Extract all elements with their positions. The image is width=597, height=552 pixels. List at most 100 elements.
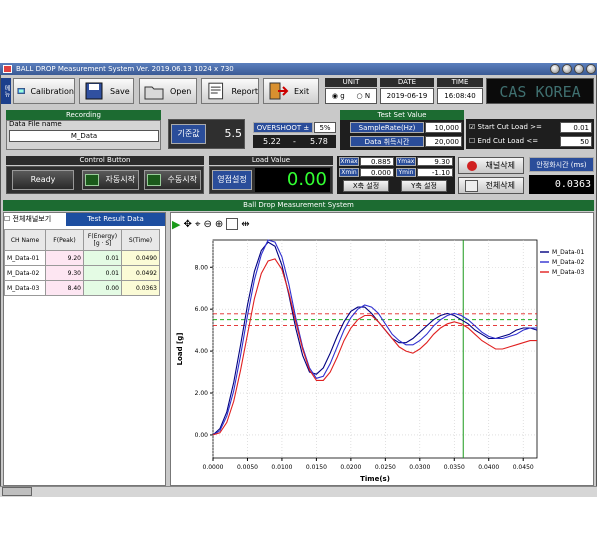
exit-button[interactable]: Exit	[263, 78, 319, 104]
delete-all-icon	[465, 180, 478, 192]
zero-set-button[interactable]: 영점설정	[212, 170, 252, 190]
result-tab[interactable]: Test Result Data	[66, 213, 165, 226]
exit-label: Exit	[294, 86, 310, 96]
cursor-icon[interactable]: ⇹	[241, 219, 249, 230]
unit-radio-g[interactable]: ◉ g	[332, 92, 345, 100]
table-header-row: CH Name F(Peak) F(Energy) [g · S] S(Time…	[4, 229, 160, 251]
col-ch-name: CH Name	[4, 229, 46, 251]
end-cut-label: End Cut Load <=	[477, 137, 539, 145]
restore-icon[interactable]	[574, 64, 584, 74]
time-value: 16:08:40	[437, 88, 483, 104]
calibration-button[interactable]: Calibration	[13, 78, 75, 104]
cell-peak: 9.30	[45, 265, 84, 281]
load-header: Load Value	[209, 156, 333, 165]
calibration-icon	[17, 88, 25, 94]
x-tick-label: 0.0350	[444, 464, 465, 471]
zoom-in-icon[interactable]: ⊕	[215, 219, 223, 230]
pan-icon[interactable]: ✥	[183, 219, 191, 230]
overshoot-percent[interactable]: 5%	[314, 122, 336, 133]
legend-label: M_Data-03	[552, 269, 584, 276]
unit-radio-n[interactable]: ○ N	[356, 92, 370, 100]
manual-start-button[interactable]: 수동시작	[144, 170, 201, 190]
overshoot-dash: -	[293, 137, 296, 146]
load-value-display: 0.00	[255, 168, 330, 192]
xmax-label: Xmax	[339, 157, 359, 166]
cell-time: 0.0492	[121, 265, 160, 281]
end-cut-checkbox[interactable]: ☐ End Cut Load <=	[469, 137, 538, 145]
test-set-header: Test Set Value	[340, 110, 464, 120]
minimize-icon[interactable]	[550, 64, 560, 74]
legend-label: M_Data-01	[552, 249, 584, 256]
stabilize-label: 안정화시간 (ms)	[529, 157, 594, 172]
x-tick-label: 0.0300	[409, 464, 430, 471]
close-icon[interactable]	[586, 64, 596, 74]
calibration-label: Calibration	[30, 86, 74, 96]
delete-all-button[interactable]: 전체삭제	[458, 177, 524, 194]
x-axis-label: Time(s)	[360, 475, 390, 483]
cell-name: M_Data-03	[4, 280, 46, 296]
start-cut-label: Start Cut Load >=	[477, 123, 542, 131]
start-cut-input[interactable]: 0.01	[560, 122, 592, 133]
brand-logo: CAS KOREA	[486, 78, 594, 104]
graph-title-bar: Ball Drop Measurement System	[3, 200, 594, 211]
ymin-input[interactable]: -1.10	[417, 168, 453, 177]
delete-channel-button[interactable]: 채널삭제	[458, 157, 524, 174]
x-tick-label: 0.0100	[271, 464, 292, 471]
scrollbar-thumb[interactable]	[2, 487, 32, 496]
all-channel-tab[interactable]: ☐ 전체채널보기	[4, 213, 66, 226]
ready-status: Ready	[12, 170, 74, 190]
cell-peak: 9.20	[45, 250, 84, 266]
overshoot-label: OVERSHOOT ±	[253, 122, 313, 133]
zoom-box-icon[interactable]: ⌖	[195, 219, 201, 230]
zoom-out-icon[interactable]: ⊖	[204, 219, 212, 230]
load-chart: 0.00 2.00 4.00 6.00 8.00 0.0000 0.0050 0.0100 0.…	[176, 239, 584, 483]
save-button[interactable]: Save	[79, 78, 134, 104]
auto-start-button[interactable]: 자동시작	[82, 170, 139, 190]
menu-side-label[interactable]: 메뉴	[1, 78, 11, 104]
unit-selector[interactable]: ◉ g ○ N	[325, 88, 377, 104]
table-row[interactable]: M_Data-02 9.30 0.01 0.0492	[4, 265, 160, 281]
delete-all-label: 전체삭제	[485, 181, 515, 190]
xmin-input[interactable]: 0.000	[360, 168, 394, 177]
y-axis-set-button[interactable]: Y축 설정	[401, 180, 447, 192]
app-icon	[3, 65, 12, 73]
stabilize-value: 0.0363	[529, 175, 594, 194]
ymax-input[interactable]: 9.30	[417, 157, 453, 166]
ymax-label: Ymax	[396, 157, 416, 166]
y-tick-label: 2.00	[195, 390, 209, 397]
window-title: BALL DROP Measurement System Ver. 2019.0…	[16, 65, 234, 73]
acquisition-time-input[interactable]: 20,000	[425, 136, 462, 147]
x-tick-label: 0.0050	[237, 464, 258, 471]
file-name-label: Data File name	[9, 120, 62, 128]
y-tick-label: 4.00	[195, 348, 209, 355]
file-name-input[interactable]: M_Data	[9, 130, 159, 142]
start-cut-checkbox[interactable]: ☑ Start Cut Load >=	[469, 123, 542, 131]
table-row[interactable]: M_Data-03 8.40 0.00 0.0363	[4, 280, 160, 296]
xmin-label: Xmin	[339, 168, 359, 177]
table-row[interactable]: M_Data-01 9.20 0.01 0.0490	[4, 250, 160, 266]
x-axis-set-button[interactable]: X축 설정	[343, 180, 389, 192]
result-table: CH Name F(Peak) F(Energy) [g · S] S(Time…	[4, 229, 160, 296]
x-tick-label: 0.0250	[375, 464, 396, 471]
x-tick-label: 0.0150	[306, 464, 327, 471]
horizontal-scrollbar[interactable]	[0, 486, 597, 497]
y-axis-label: Load [g]	[176, 333, 184, 366]
end-cut-input[interactable]: 50	[560, 136, 592, 147]
xmax-input[interactable]: 0.885	[360, 157, 394, 166]
reset-view-icon[interactable]	[226, 218, 239, 230]
play-icon[interactable]: ▶	[172, 218, 180, 231]
overshoot-range: 5.22 - 5.78	[253, 135, 336, 148]
open-button[interactable]: Open	[139, 78, 197, 104]
report-button[interactable]: Report	[201, 78, 259, 104]
cell-energy: 0.00	[83, 280, 122, 296]
manual-start-label: 수동시작	[167, 175, 197, 184]
maximize-icon[interactable]	[562, 64, 572, 74]
standard-value: 5.5	[224, 127, 243, 140]
sample-rate-input[interactable]: 10,000	[425, 122, 462, 133]
overshoot-low: 5.22	[263, 137, 281, 146]
cell-name: M_Data-02	[4, 265, 46, 281]
exit-icon	[269, 82, 289, 100]
legend-label: M_Data-02	[552, 259, 584, 266]
x-tick-label: 0.0450	[513, 464, 534, 471]
sample-rate-label: SampleRate(Hz)	[350, 122, 424, 133]
